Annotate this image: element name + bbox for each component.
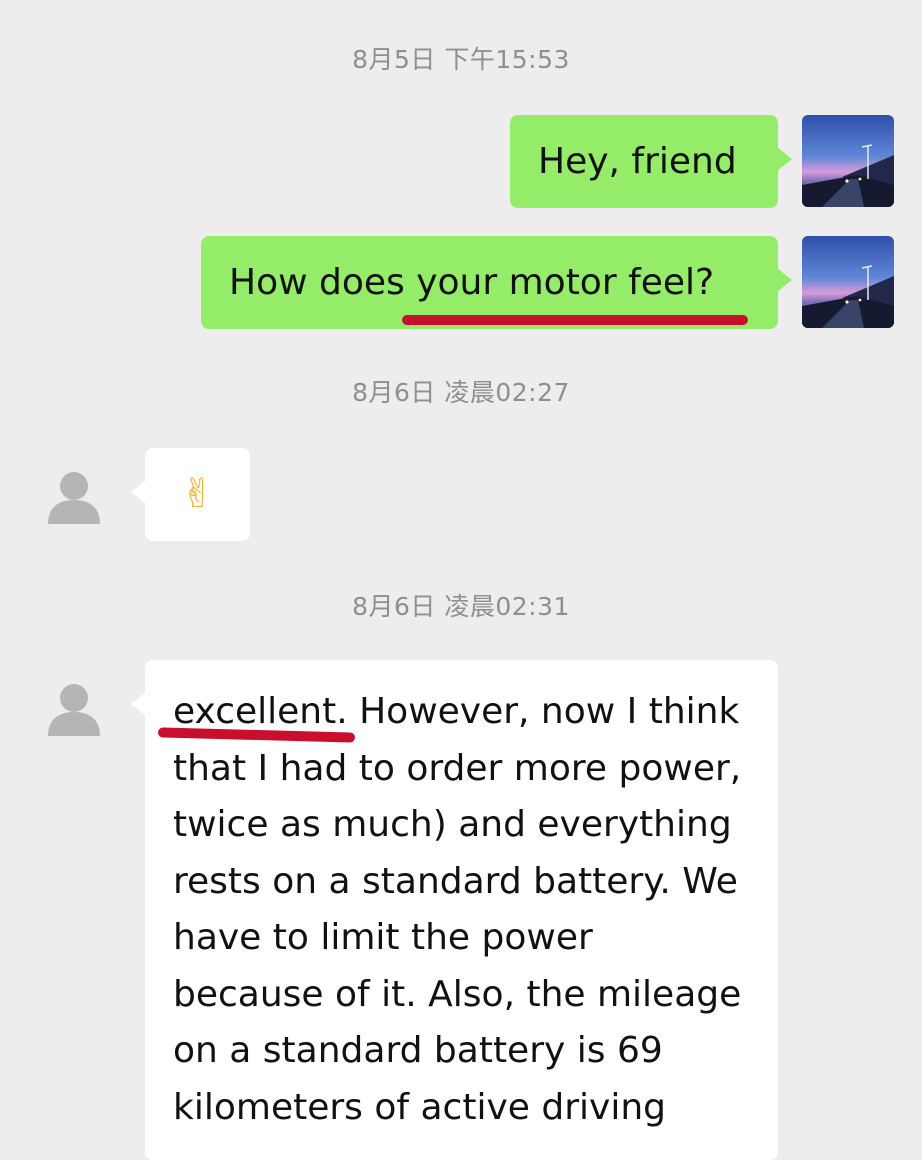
my-avatar[interactable] xyxy=(802,115,894,207)
message-text: Hey, friend xyxy=(538,141,737,182)
message-line: rests on a standard battery. We xyxy=(173,860,738,902)
message-line: kilometers of active driving xyxy=(173,1086,666,1128)
sunset-photo-icon xyxy=(802,115,894,207)
sunset-photo-icon xyxy=(802,236,894,328)
my-avatar[interactable] xyxy=(802,236,894,328)
contact-avatar[interactable] xyxy=(44,466,104,526)
message-line: that I had to order more power, xyxy=(173,747,742,789)
timestamp-2: 8月6日 凌晨02:27 xyxy=(352,378,570,407)
message-line: twice as much) and everything xyxy=(173,804,732,845)
default-person-icon xyxy=(48,684,100,736)
annotation-underline xyxy=(402,315,748,325)
my-message-bubble[interactable]: Hey, friend xyxy=(510,115,792,208)
victory-hand-emoji: ✌ xyxy=(180,471,215,517)
default-person-icon xyxy=(48,472,100,524)
message-line: because of it. Also, the mileage xyxy=(173,973,742,1015)
contact-message-bubble[interactable]: ✌ xyxy=(131,448,250,541)
contact-avatar[interactable] xyxy=(44,678,104,738)
message-line: on a standard battery is 69 xyxy=(173,1030,663,1071)
message-text: How does your motor feel? xyxy=(229,262,715,303)
message-line: have to limit the power xyxy=(173,917,593,958)
timestamp-1: 8月5日 下午15:53 xyxy=(352,45,570,74)
timestamp-3: 8月6日 凌晨02:31 xyxy=(352,592,570,621)
